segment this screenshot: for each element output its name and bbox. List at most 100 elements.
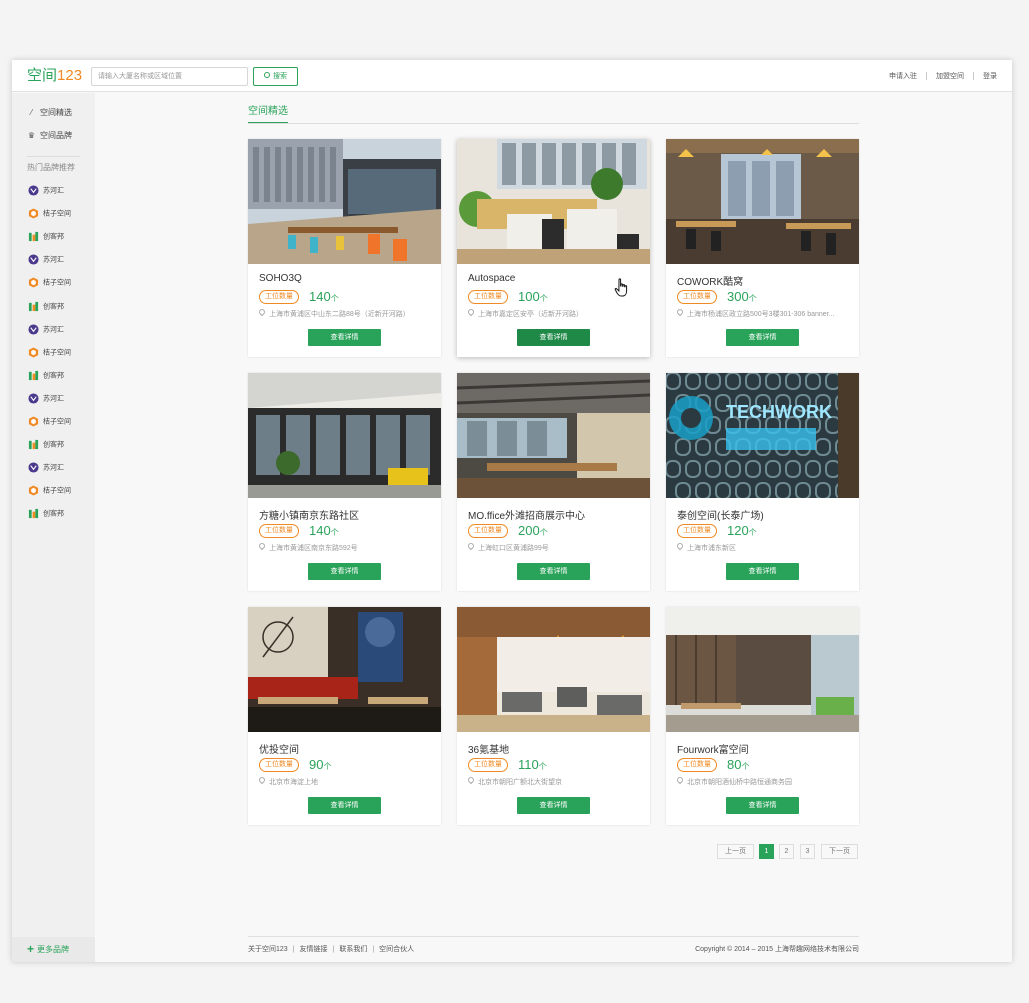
view-details-button[interactable]: 查看详情 [308, 797, 381, 814]
seat-count: 120个 [727, 523, 757, 538]
sidebar-brand-item[interactable]: 桔子空间 [28, 277, 71, 289]
divider [973, 72, 974, 81]
location-pin-icon [468, 309, 476, 317]
view-details-button[interactable]: 查看详情 [517, 797, 590, 814]
space-name[interactable]: 泰创空间(长泰广场) [677, 507, 764, 522]
space-card[interactable]: MO.ffice外滩招商展示中心 工位数量 200个 上海虹口区黄浦路99号 查看详情 [457, 373, 650, 591]
search-button[interactable]: 搜索 [253, 67, 298, 86]
space-card[interactable]: 方糖小镇南京东路社区 工位数量 140个 上海市黄浦区南京东路592号 查看详情 [248, 373, 441, 591]
space-name[interactable]: 36氪基地 [468, 741, 509, 756]
logo[interactable]: 空间123 [27, 67, 82, 85]
space-card[interactable]: 36氪基地 工位数量 110个 北京市朝阳广额北大街望京 查看详情 [457, 607, 650, 825]
location-pin-icon [259, 543, 267, 551]
seat-count-tag: 工位数量 [259, 758, 299, 772]
space-card[interactable]: 优投空间 工位数量 90个 北京市海淀上地 查看详情 [248, 607, 441, 825]
space-photo[interactable] [666, 607, 859, 732]
sidebar-brand-item[interactable]: 创客邦 [28, 301, 64, 313]
juzi-logo-icon [28, 277, 39, 288]
sidebar-brand-item[interactable]: 苏河汇 [28, 254, 64, 266]
crown-icon: ♛ [27, 131, 36, 140]
more-brands-button[interactable]: + 更多品牌 [12, 937, 95, 962]
seat-count: 90个 [309, 757, 332, 772]
space-photo[interactable] [666, 139, 859, 264]
search-icon [264, 72, 270, 78]
plus-icon: + [27, 942, 35, 956]
sidebar-brand-item[interactable]: 桔子空间 [28, 347, 71, 359]
space-name[interactable]: Fourwork富空间 [677, 741, 749, 756]
sidebar-brand-item[interactable]: 苏河汇 [28, 185, 64, 197]
sidebar-brand-item[interactable]: 创客邦 [28, 231, 64, 243]
space-photo[interactable] [248, 607, 441, 732]
sidebar-brand-item[interactable]: 苏河汇 [28, 393, 64, 405]
space-card[interactable]: SOHO3Q 工位数量 140个 上海市黄浦区中山东二路88号（近新开河路） 查看详情 [248, 139, 441, 357]
space-name[interactable]: COWORK酷窝 [677, 273, 743, 288]
sidebar-brand-item[interactable]: 苏河汇 [28, 324, 64, 336]
view-details-button[interactable]: 查看详情 [308, 563, 381, 580]
space-name[interactable]: 方糖小镇南京东路社区 [259, 507, 359, 522]
space-photo[interactable]: TECHWORK [666, 373, 859, 498]
seat-count: 100个 [518, 289, 548, 304]
space-name[interactable]: Autospace [468, 273, 515, 284]
view-details-button[interactable]: 查看详情 [308, 329, 381, 346]
space-card[interactable]: Autospace 工位数量 100个 上海市嘉定区安亭（近新开河路） 查看详情 [457, 139, 650, 357]
seat-count: 140个 [309, 289, 339, 304]
view-details-button[interactable]: 查看详情 [726, 329, 799, 346]
space-card[interactable]: Fourwork富空间 工位数量 80个 北京市朝阳酒仙桥中路恒通商务园 查看详情 [666, 607, 859, 825]
sidebar-brand-item[interactable]: 苏河汇 [28, 462, 64, 474]
page-1-button[interactable]: 1 [759, 844, 774, 859]
chuangkebang-logo-icon [28, 301, 39, 312]
space-card[interactable]: TECHWORK 泰创空间(长泰广场) 工位数量 120个 上海市浦东新区 查看详情 [666, 373, 859, 591]
location-pin-icon [677, 543, 685, 551]
space-address: 上海市黄浦区中山东二路88号（近新开河路） [259, 309, 439, 319]
chuangkebang-logo-icon [28, 439, 39, 450]
login-link[interactable]: 登录 [983, 73, 997, 80]
space-address: 上海市嘉定区安亭（近新开河路） [468, 309, 648, 319]
space-address: 北京市朝阳酒仙桥中路恒通商务园 [677, 777, 857, 787]
view-details-button[interactable]: 查看详情 [517, 563, 590, 580]
section-title[interactable]: 空间精选 [248, 106, 288, 124]
space-card[interactable]: COWORK酷窝 工位数量 300个 上海市杨浦区政立路500号3楼301-306 b… [666, 139, 859, 357]
sidebar-item-featured[interactable]: ⁄ 空间精选 [27, 107, 72, 119]
space-address: 上海市浦东新区 [677, 543, 857, 553]
sidebar-brand-item[interactable]: 创客邦 [28, 508, 64, 520]
seat-count: 110个 [518, 757, 547, 772]
brands-heading: 热门品牌推荐 [27, 163, 75, 172]
divider [248, 936, 859, 937]
sidebar-brand-item[interactable]: 创客邦 [28, 439, 64, 451]
partner-link[interactable]: 空间合伙人 [379, 946, 414, 953]
view-details-button[interactable]: 查看详情 [517, 329, 590, 346]
next-page-button[interactable]: 下一页 [821, 844, 858, 859]
space-name[interactable]: MO.ffice外滩招商展示中心 [468, 507, 585, 522]
page-3-button[interactable]: 3 [800, 844, 815, 859]
sidebar-brand-item[interactable]: 创客邦 [28, 370, 64, 382]
space-photo[interactable] [457, 373, 650, 498]
space-address: 上海市黄浦区南京东路592号 [259, 543, 439, 553]
sidebar-brand-item[interactable]: 桔子空间 [28, 416, 71, 428]
sidebar-item-brands[interactable]: ♛ 空间品牌 [27, 130, 72, 142]
friend-links-link[interactable]: 友情链接 [300, 946, 328, 953]
space-name[interactable]: SOHO3Q [259, 273, 302, 284]
seat-count-tag: 工位数量 [677, 290, 717, 304]
location-pin-icon [677, 309, 685, 317]
search-input[interactable] [91, 67, 248, 86]
seat-count-tag: 工位数量 [468, 758, 508, 772]
space-name[interactable]: 优投空间 [259, 741, 299, 756]
space-photo[interactable] [248, 139, 441, 264]
view-details-button[interactable]: 查看详情 [726, 797, 799, 814]
seat-count: 300个 [727, 289, 757, 304]
prev-page-button[interactable]: 上一页 [717, 844, 754, 859]
space-photo[interactable] [457, 139, 650, 264]
view-details-button[interactable]: 查看详情 [726, 563, 799, 580]
space-photo[interactable] [248, 373, 441, 498]
contact-link[interactable]: 联系我们 [339, 946, 367, 953]
chuangkebang-logo-icon [28, 370, 39, 381]
hand-cursor-icon [614, 278, 628, 297]
join-space-link[interactable]: 加盟空间 [936, 73, 964, 80]
sidebar-brand-item[interactable]: 桔子空间 [28, 208, 71, 220]
about-link[interactable]: 关于空间123 [248, 946, 288, 953]
space-address: 上海虹口区黄浦路99号 [468, 543, 648, 553]
space-photo[interactable] [457, 607, 650, 732]
sidebar-brand-item[interactable]: 桔子空间 [28, 485, 71, 497]
page-2-button[interactable]: 2 [779, 844, 794, 859]
apply-entry-link[interactable]: 申请入驻 [889, 73, 917, 80]
